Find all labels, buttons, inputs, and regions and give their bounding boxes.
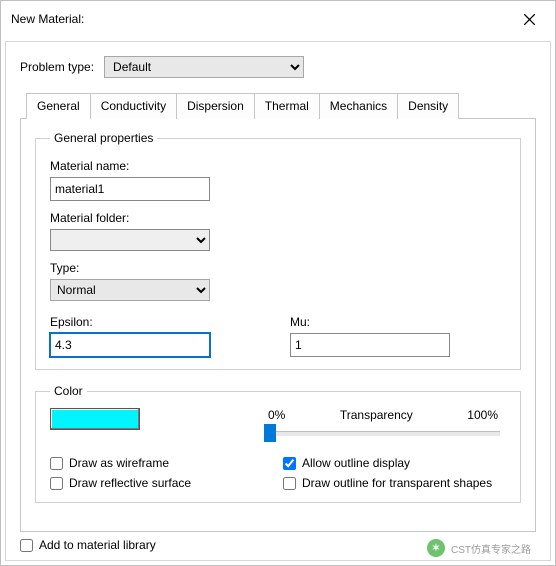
tab-panel-general: General properties Material name: Materi… <box>20 119 536 532</box>
checkbox-allow-outline-label: Allow outline display <box>302 456 410 470</box>
type-label: Type: <box>50 261 506 275</box>
transparency-label: Transparency <box>340 408 413 422</box>
material-folder-label: Material folder: <box>50 211 506 225</box>
slider-track <box>270 431 500 437</box>
epsilon-label: Epsilon: <box>50 315 210 329</box>
checkbox-add-to-library-input[interactable] <box>20 539 33 552</box>
tab-dispersion[interactable]: Dispersion <box>176 93 255 119</box>
groupbox-general-title: General properties <box>50 131 157 145</box>
titlebar: New Material: <box>1 1 555 37</box>
checkbox-draw-reflective-input[interactable] <box>50 477 63 490</box>
transparency-slider[interactable] <box>270 424 500 442</box>
tab-density[interactable]: Density <box>397 93 459 119</box>
tab-bar: General Conductivity Dispersion Thermal … <box>20 92 536 119</box>
close-icon <box>524 14 535 25</box>
checkbox-draw-outline-transparent-label: Draw outline for transparent shapes <box>302 476 492 490</box>
groupbox-general-properties: General properties Material name: Materi… <box>35 131 521 370</box>
mu-label: Mu: <box>290 315 450 329</box>
type-select[interactable]: Normal <box>50 279 210 301</box>
checkbox-draw-wireframe-label: Draw as wireframe <box>69 456 169 470</box>
material-name-input[interactable] <box>50 177 210 201</box>
tab-conductivity[interactable]: Conductivity <box>90 93 177 119</box>
tab-general[interactable]: General <box>26 93 91 119</box>
color-swatch-button[interactable] <box>50 408 140 430</box>
checkbox-draw-reflective-label: Draw reflective surface <box>69 476 191 490</box>
mu-input[interactable] <box>290 333 450 357</box>
material-folder-select[interactable] <box>50 229 210 251</box>
tab-thermal[interactable]: Thermal <box>254 93 320 119</box>
checkbox-draw-wireframe-input[interactable] <box>50 457 63 470</box>
slider-thumb[interactable] <box>264 424 276 442</box>
checkbox-add-to-library[interactable]: Add to material library <box>20 538 156 552</box>
problem-type-label: Problem type: <box>20 60 94 74</box>
material-name-label: Material name: <box>50 159 506 173</box>
checkbox-draw-outline-transparent-input[interactable] <box>283 477 296 490</box>
epsilon-input[interactable] <box>50 333 210 357</box>
transparency-min-label: 0% <box>268 408 285 422</box>
transparency-max-label: 100% <box>467 408 498 422</box>
close-button[interactable] <box>511 7 547 31</box>
checkbox-draw-outline-transparent[interactable]: Draw outline for transparent shapes <box>283 476 506 490</box>
checkbox-allow-outline-input[interactable] <box>283 457 296 470</box>
checkbox-draw-reflective[interactable]: Draw reflective surface <box>50 476 273 490</box>
checkbox-add-to-library-label: Add to material library <box>39 538 156 552</box>
groupbox-color-title: Color <box>50 384 87 398</box>
checkbox-draw-wireframe[interactable]: Draw as wireframe <box>50 456 273 470</box>
checkbox-allow-outline[interactable]: Allow outline display <box>283 456 506 470</box>
window-title: New Material: <box>11 12 84 26</box>
tab-mechanics[interactable]: Mechanics <box>319 93 398 119</box>
problem-type-select[interactable]: Default <box>104 56 304 78</box>
groupbox-color: Color 0% Transparency 100% <box>35 384 521 503</box>
